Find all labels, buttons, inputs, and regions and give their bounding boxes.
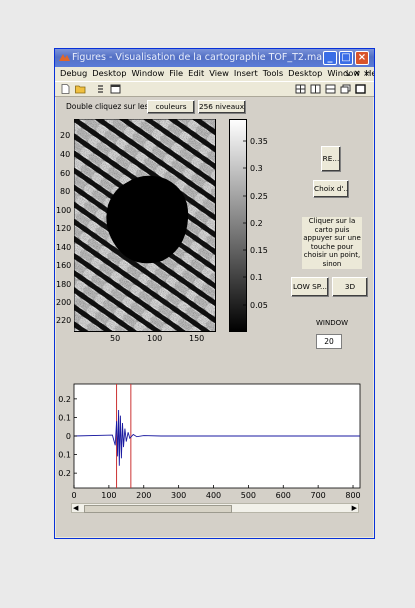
window-size-input[interactable]: 20 — [316, 334, 342, 349]
dock-icon[interactable] — [95, 84, 106, 94]
y-tick-label-2: 0 — [66, 432, 71, 441]
x-tick-label-6: 600 — [276, 491, 291, 500]
colors-button[interactable]: couleurs — [147, 100, 195, 114]
scroll-right-icon[interactable]: ▶ — [352, 504, 357, 512]
menu-file[interactable]: File — [169, 68, 183, 78]
3d-button[interactable]: 3D — [332, 277, 368, 297]
split-vertical-icon[interactable] — [310, 84, 321, 94]
colorbar-tick-0.1: 0.1 — [250, 273, 263, 282]
menu-window[interactable]: Window — [132, 68, 165, 78]
y-tick-180: 180 — [56, 280, 72, 289]
y-tick-120: 120 — [56, 224, 72, 233]
y-tick-40: 40 — [60, 150, 71, 159]
new-file-icon[interactable] — [60, 84, 71, 94]
menu-view[interactable]: View — [209, 68, 229, 78]
menu-tools[interactable]: Tools — [263, 68, 283, 78]
y-tick-100: 100 — [56, 206, 72, 215]
x-tick-label-3: 300 — [171, 491, 186, 500]
info-text: Cliquer sur la carto puis appuyer sur un… — [302, 217, 362, 269]
scroll-left-icon[interactable]: ◀ — [73, 504, 78, 512]
toolbar — [55, 81, 374, 97]
window-title: Figures - Visualisation de la cartograph… — [72, 52, 322, 63]
y-tick-160: 160 — [56, 261, 72, 270]
x-tick-50: 50 — [110, 334, 121, 343]
re-button[interactable]: RE... — [321, 146, 341, 172]
y-tick-20: 20 — [60, 131, 71, 140]
y-tick-220: 220 — [56, 316, 72, 325]
title-bar[interactable]: Figures - Visualisation de la cartograph… — [55, 49, 374, 67]
y-tick-label-3: 0.1 — [58, 451, 71, 460]
x-tick-label-8: 800 — [345, 491, 360, 500]
x-tick-label-7: 700 — [311, 491, 326, 500]
x-tick-label-0: 0 — [71, 491, 76, 500]
menu-bar: Debug Desktop Window File Edit View Insert Tool… — [55, 67, 374, 80]
x-tick-label-2: 200 — [136, 491, 151, 500]
minimize-button[interactable]: _ — [323, 51, 337, 65]
signal-chart[interactable]: 0.2 0.1 0 0.1 0.2 0 100 200 300 400 500 600 700 800 — [56, 378, 364, 506]
window-icon[interactable] — [110, 84, 121, 94]
menu-insert[interactable]: Insert — [234, 68, 258, 78]
y-tick-label-4: 0.2 — [58, 469, 71, 478]
x-tick-label-4: 400 — [206, 491, 221, 500]
tile-icon[interactable] — [295, 84, 306, 94]
close-button[interactable]: × — [355, 51, 369, 65]
x-tick-label-5: 500 — [241, 491, 256, 500]
split-horizontal-icon[interactable] — [325, 84, 336, 94]
x-tick-label-1: 100 — [101, 491, 116, 500]
maximize-button[interactable]: □ — [339, 51, 353, 65]
maximize-icon[interactable] — [355, 84, 366, 94]
colorbar-tick-0.15: 0.15 — [250, 246, 268, 255]
y-tick-140: 140 — [56, 243, 72, 252]
y-tick-label-1: 0.1 — [58, 413, 71, 422]
colorbar-tick-0.2: 0.2 — [250, 219, 263, 228]
matlab-logo-icon — [59, 54, 70, 61]
colorbar-tick-0.35: 0.35 — [250, 137, 268, 146]
menu-dock-controls[interactable]: ↘ ✕ × — [344, 67, 370, 80]
colorbar-tick-0.3: 0.3 — [250, 164, 263, 173]
colorbar-tick-0.05: 0.05 — [250, 301, 268, 310]
low-sp-button[interactable]: LOW SP... — [291, 277, 329, 297]
horizontal-scrollbar[interactable]: ◀ ▶ — [71, 503, 359, 513]
open-folder-icon[interactable] — [75, 84, 86, 94]
scrollbar-thumb[interactable] — [84, 505, 232, 513]
menu-edit[interactable]: Edit — [188, 68, 204, 78]
levels-button[interactable]: 256 niveaux... — [198, 100, 246, 114]
x-tick-150: 150 — [189, 334, 205, 343]
y-tick-60: 60 — [60, 169, 71, 178]
x-tick-100: 100 — [147, 334, 163, 343]
choice-button[interactable]: Choix d'... — [313, 180, 349, 198]
menu-desktop[interactable]: Desktop — [92, 68, 126, 78]
colorbar — [229, 119, 247, 332]
y-tick-200: 200 — [56, 298, 72, 307]
cascade-icon[interactable] — [340, 84, 351, 94]
image-plot[interactable] — [74, 119, 216, 332]
menu-desktop-2[interactable]: Desktop — [288, 68, 322, 78]
menu-debug[interactable]: Debug — [60, 68, 87, 78]
y-tick-80: 80 — [60, 187, 71, 196]
y-tick-label-0: 0.2 — [58, 395, 71, 404]
instruction-label: Double cliquez sur les — [66, 102, 149, 111]
window-label: WINDOW — [316, 319, 349, 327]
colorbar-tick-0.25: 0.25 — [250, 192, 268, 201]
